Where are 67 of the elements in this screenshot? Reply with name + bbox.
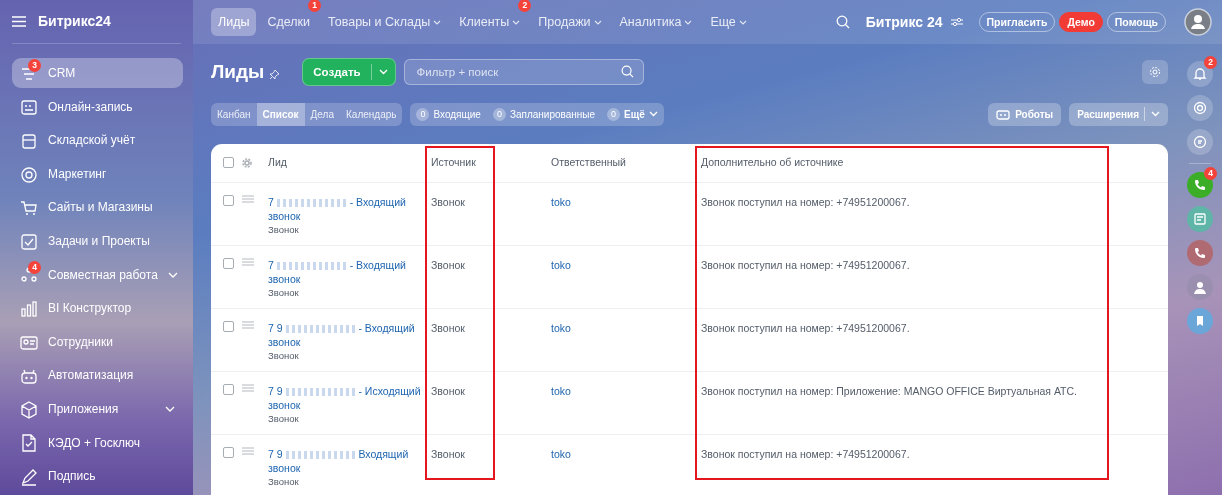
sidebar-item[interactable]: Онлайн-запись <box>12 91 183 122</box>
sidebar-item[interactable]: Автоматизация <box>12 360 183 391</box>
column-header[interactable]: Источник <box>428 143 548 183</box>
robots-button[interactable]: Роботы <box>988 102 1062 126</box>
sidebar-item[interactable]: Задачи и Проекты <box>12 225 183 256</box>
table-cell: Звонок поступил на номер: +74951200067. <box>698 182 1110 246</box>
table-cell: Звонок <box>428 434 548 495</box>
brand-logo[interactable]: Битрикс24 <box>38 11 111 32</box>
lead-title-link[interactable]: 7 9 Входящий звонок <box>268 446 425 475</box>
brand-logo[interactable]: Битрикс 24 <box>865 11 943 33</box>
lead-type-text: Звонок <box>268 285 300 300</box>
table-cell: Звонок <box>428 308 548 372</box>
view-tab[interactable]: Дела <box>304 102 340 126</box>
notification-badge: 2 <box>1204 56 1217 69</box>
lead-type-text: Звонок <box>268 348 300 363</box>
view-tab[interactable]: Канбан <box>211 102 257 126</box>
sidebar-item[interactable]: Складской учёт <box>12 125 183 156</box>
nav-tab[interactable]: Товары и Склады <box>321 7 449 37</box>
sidebar-item[interactable]: Сайты и Магазины <box>12 192 183 223</box>
sidebar-item[interactable]: Маркетинг <box>12 158 183 189</box>
sidebar-item[interactable]: 4 Совместная работа <box>12 259 183 290</box>
page-title: Лиды <box>211 60 265 84</box>
table-cell: Звонок поступил на номер: +74951200067. <box>698 434 1110 495</box>
create-button[interactable]: Создать <box>302 58 396 87</box>
table-cell: Звонок <box>428 371 548 435</box>
view-tab[interactable]: Календарь <box>340 102 403 126</box>
responsible-link[interactable]: toko <box>551 447 571 460</box>
table-cell: Звонок <box>428 182 548 246</box>
notification-badge: 4 <box>1204 167 1217 180</box>
view-tab[interactable]: Список <box>256 102 305 126</box>
lead-title-link[interactable]: 7 - Входящий звонок <box>268 194 425 223</box>
lead-title-link[interactable]: 7 9 - Исходящий звонок <box>268 383 425 412</box>
column-header[interactable]: Ответственный <box>548 143 698 183</box>
extensions-button[interactable]: Расширения <box>1069 102 1168 126</box>
column-header[interactable]: Дополнительно об источнике <box>698 143 1110 183</box>
responsible-link[interactable]: toko <box>551 195 571 208</box>
lead-title-link[interactable]: 7 - Входящий звонок <box>268 257 425 286</box>
responsible-link[interactable]: toko <box>551 384 571 397</box>
responsible-link[interactable]: toko <box>551 321 571 334</box>
sidebar-item[interactable]: Приложения <box>12 393 183 424</box>
nav-tab[interactable]: Аналитика <box>612 7 700 37</box>
sidebar-item[interactable]: BI Конструктор <box>12 293 183 324</box>
counter-filter[interactable]: 0 Ещё <box>601 106 664 122</box>
lead-type-text: Звонок <box>268 411 300 426</box>
lead-type-text: Звонок <box>268 222 300 237</box>
counter-filter[interactable]: 0 Входящие <box>410 106 487 122</box>
counter-filter[interactable]: 0 Запланированные <box>486 106 602 122</box>
sidebar-item[interactable]: КЭДО + Госключ <box>12 427 183 458</box>
nav-tab[interactable]: Еще <box>703 7 754 37</box>
demo-button[interactable]: Демо <box>1059 11 1103 33</box>
table-cell: Звонок поступил на номер: Приложение: MANGO OFFICE Виртуальная АТС. <box>698 371 1110 435</box>
column-header[interactable]: Лид <box>265 143 428 183</box>
nav-tab[interactable]: Лиды <box>211 7 257 37</box>
table-cell: Звонок поступил на номер: +74951200067. <box>698 308 1110 372</box>
nav-tab[interactable]: Продажи <box>531 7 609 37</box>
table-cell: Звонок <box>428 245 548 309</box>
table-cell: Звонок поступил на номер: +74951200067. <box>698 245 1110 309</box>
responsible-link[interactable]: toko <box>551 258 571 271</box>
lead-title-link[interactable]: 7 9 - Входящий звонок <box>268 320 425 349</box>
notification-badge: 4 <box>28 260 41 274</box>
sidebar-item[interactable]: Подпись <box>12 461 183 492</box>
notification-badge: 1 <box>308 0 322 12</box>
sidebar-item[interactable]: 3 CRM <box>12 58 183 88</box>
sidebar-item[interactable]: Сотрудники <box>12 326 183 357</box>
lead-type-text: Звонок <box>268 474 300 489</box>
notification-badge: 2 <box>518 0 532 12</box>
notification-badge: 3 <box>28 59 41 72</box>
